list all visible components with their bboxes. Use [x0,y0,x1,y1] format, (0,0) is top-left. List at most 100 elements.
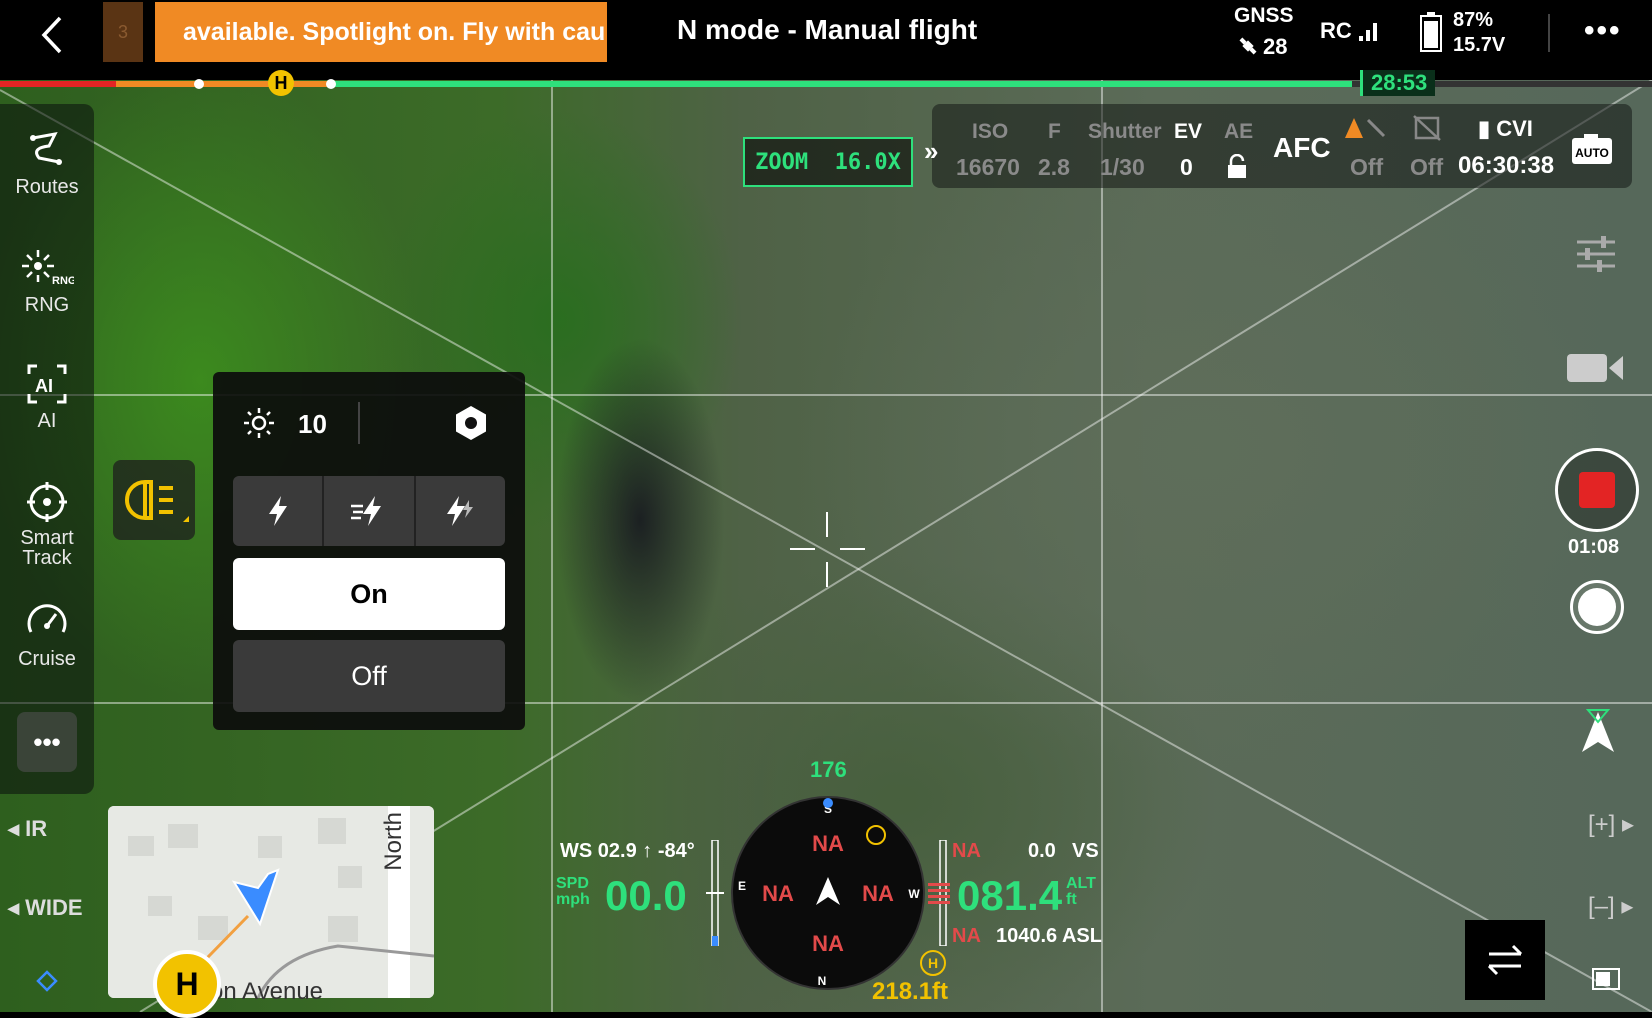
iso-value: 16670 [956,154,1020,180]
flash-icon [268,496,287,526]
gnss-label: GNSS [1234,4,1294,27]
heading-value: 176 [810,757,847,782]
sidebar-more-button[interactable]: ••• [17,712,77,772]
home-distance: 218.1ft [872,978,949,1005]
recording-time: 01:08 [1568,536,1620,558]
vision-off-icon [1413,115,1441,141]
routes-icon [30,131,62,165]
back-icon[interactable] [30,10,80,60]
shutter-value: 1/30 [1100,154,1145,180]
brightness-icon [244,408,274,438]
spotlight-toggle-button[interactable] [113,460,195,540]
compass-na: NA [862,881,894,906]
lens-wide-button[interactable]: ◂ WIDE [8,895,83,921]
spotlight-on-button[interactable]: On [233,558,505,630]
zoom-indicator[interactable]: ZOOM 16.0X [743,137,913,187]
obstacle-2-value: Off [1410,154,1444,180]
vertical-speed-value: 0.0 [1028,840,1056,862]
map-home-marker: H [153,950,221,1018]
vertical-speed-label: VS [1072,840,1099,862]
sidebar-item-label: Routes [15,176,79,198]
settings-hex-icon[interactable] [452,404,490,442]
compass-e: E [738,879,746,893]
sidebar-item-label: Smart Track [20,527,74,569]
lens-wide-label: WIDE [25,895,83,920]
video-mode-icon[interactable] [1565,350,1625,386]
battery-icon [1420,12,1442,52]
mode-sweep-button[interactable] [324,476,416,546]
flight-time-remaining: 28:53 [1360,70,1436,96]
sidebar-item-rng[interactable]: RNG RNG [0,246,94,317]
navigation-arrow-icon[interactable] [1578,708,1618,756]
sd-card-icon: ▮ [1478,116,1497,141]
compass-n: N [818,974,827,988]
photo-shutter-button[interactable] [1570,580,1624,634]
aperture-label: F [1048,120,1061,143]
asl-value: 1040.6 ASL [996,925,1102,947]
more-menu-button[interactable]: ••• [1584,14,1622,48]
asl-na: NA [952,925,981,947]
aperture-value: 2.8 [1038,154,1070,180]
sidebar-item-label: Cruise [18,648,76,670]
sidebar-item-label: RNG [24,294,70,316]
altitude-label: ALT ft [1066,875,1096,908]
warning-count-badge[interactable]: 3 [103,2,143,62]
lens-ir-label: IR [25,816,48,841]
swap-icon [1487,944,1523,976]
signal-bars-icon [1359,23,1377,41]
altitude-value: 081.4 [957,872,1063,919]
expand-params-icon[interactable]: » [924,136,938,167]
gnss-satellite-count: 28 [1263,34,1288,59]
storage-label: ▮ CVI [1478,116,1533,141]
speed-scale [706,840,724,946]
spotlight-mode-group [233,476,505,546]
zoom-out-button[interactable]: [–] ▸ [1588,892,1633,921]
smart-track-icon [27,482,67,522]
record-button[interactable] [1555,448,1639,532]
mode-strobe-button[interactable] [416,476,505,546]
focus-mode[interactable]: AFC [1273,132,1331,164]
cruise-icon [27,604,67,633]
divider [358,402,360,444]
compass-w: W [908,887,920,901]
flight-mode-label[interactable]: N mode - Manual flight [677,14,977,46]
wind-speed: WS 02.9 ↑ -84° [560,840,695,862]
sidebar-item-label: AI [37,410,57,432]
rng-icon: RNG [22,250,74,287]
compass-na: NA [812,931,844,956]
compass-na: NA [762,881,794,906]
iso-label: ISO [972,120,1009,143]
sidebar-item-smart-track[interactable]: Smart Track [0,480,94,568]
rc-label: RC [1320,18,1352,43]
brightness-value[interactable]: 10 [298,409,327,440]
pip-icon[interactable] [1592,968,1620,990]
ai-icon: AI [27,364,67,404]
swap-view-button[interactable] [1465,920,1545,1000]
timeline-home-marker: H [268,70,294,96]
storage-time-remaining: 06:30:38 [1458,152,1555,179]
timeline-marker [326,79,336,89]
ai-icon-badge: AI [35,376,53,396]
auto-mode-icon[interactable]: AUTO [1570,132,1614,166]
speed-label: SPD mph [556,875,590,908]
spotlight-icon [125,479,189,522]
rng-icon-badge: RNG [52,275,74,287]
spotlight-off-button[interactable]: Off [233,640,505,712]
compass-icon[interactable]: S N E W NA NA NA NA [730,795,926,991]
mode-constant-button[interactable] [233,476,325,546]
battery-voltage: 15.7V [1453,34,1506,56]
location-diamond-icon[interactable] [36,970,58,992]
sidebar-item-ai[interactable]: AI AI [0,362,94,433]
zoom-in-button[interactable]: [+] ▸ [1588,810,1634,839]
warning-banner[interactable]: available. Spotlight on. Fly with cau [155,2,607,62]
obstacle-1-value: Off [1350,154,1384,180]
map-north-label: North [380,812,407,871]
ev-label: EV [1174,120,1203,143]
unlock-icon[interactable] [1226,154,1248,180]
lens-ir-button[interactable]: ◂ IR [8,816,47,842]
flash-sweep-icon [350,496,381,526]
camera-settings-icon[interactable] [1575,234,1617,274]
speed-value: 00.0 [605,872,687,919]
sidebar-item-cruise[interactable]: Cruise [0,600,94,671]
sidebar-item-routes[interactable]: Routes [0,128,94,199]
